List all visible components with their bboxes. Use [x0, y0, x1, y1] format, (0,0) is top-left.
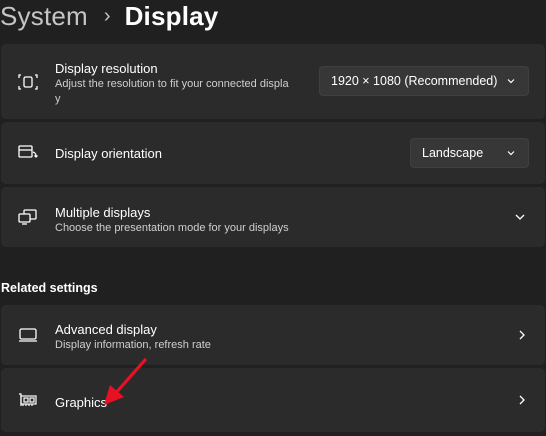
related-settings-heading: Related settings	[1, 281, 98, 295]
breadcrumb: System › Display	[0, 0, 218, 32]
chevron-right-icon	[515, 393, 529, 407]
resolution-dropdown[interactable]: 1920 × 1080 (Recommended)	[319, 66, 529, 96]
annotation-arrow-icon	[104, 358, 147, 405]
multiple-displays-icon	[16, 205, 40, 229]
multiple-displays-card[interactable]: Multiple displays Choose the presentatio…	[1, 187, 545, 247]
breadcrumb-separator: ›	[103, 4, 111, 27]
graphics-card-icon	[16, 388, 40, 412]
multiple-displays-title: Multiple displays	[55, 205, 151, 220]
orientation-dropdown-value: Landscape	[422, 146, 484, 160]
display-resolution-icon	[16, 70, 40, 94]
chevron-right-icon	[515, 328, 529, 342]
advanced-display-card[interactable]: Advanced display Display information, re…	[1, 305, 545, 365]
resolution-dropdown-value: 1920 × 1080 (Recommended)	[331, 74, 498, 88]
display-orientation-title: Display orientation	[55, 146, 162, 161]
display-resolution-title: Display resolution	[55, 61, 158, 76]
monitor-icon	[16, 323, 40, 347]
breadcrumb-system-link[interactable]: System	[0, 1, 88, 32]
chevron-down-icon	[505, 147, 517, 159]
expand-chevron-down-icon[interactable]	[513, 210, 527, 224]
orientation-icon	[16, 141, 40, 165]
display-resolution-card[interactable]: Display resolution Adjust the resolution…	[1, 44, 545, 119]
chevron-down-icon	[505, 75, 517, 87]
graphics-card[interactable]: Graphics	[1, 368, 545, 432]
advanced-display-title: Advanced display	[55, 322, 157, 337]
display-resolution-subtitle-line2: y	[55, 93, 61, 105]
display-orientation-card[interactable]: Display orientation Landscape	[1, 122, 545, 184]
settings-display-page: System › Display Display resolution Adju…	[0, 0, 546, 436]
advanced-display-subtitle: Display information, refresh rate	[55, 339, 211, 351]
orientation-dropdown[interactable]: Landscape	[410, 138, 529, 168]
display-resolution-subtitle-line1: Adjust the resolution to fit your connec…	[55, 78, 289, 90]
multiple-displays-subtitle: Choose the presentation mode for your di…	[55, 222, 289, 234]
page-title: Display	[124, 0, 219, 31]
